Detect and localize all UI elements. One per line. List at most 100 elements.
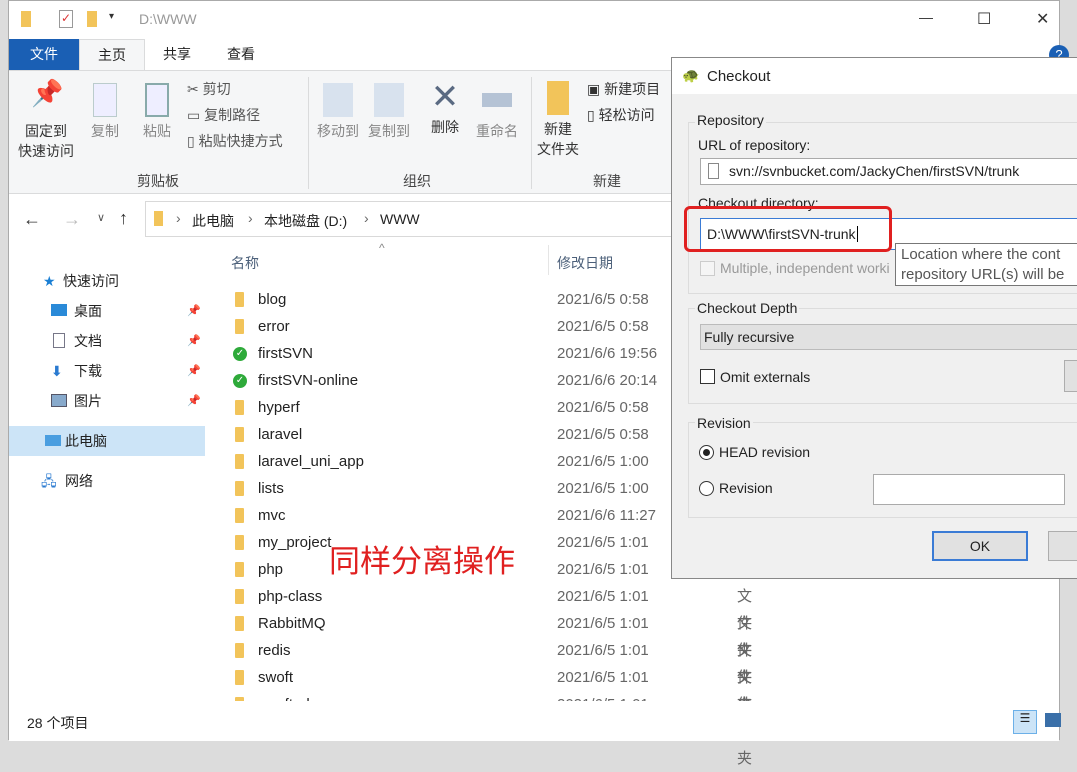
new-item-button[interactable]: ▣ 新建项目: [587, 79, 660, 99]
nav-this-pc[interactable]: 此电脑: [9, 426, 205, 456]
pin-icon[interactable]: 📌: [187, 326, 201, 356]
file-row[interactable]: redis2021/6/5 1:01文件夹: [231, 637, 752, 713]
shortcut-icon: ▯: [187, 133, 199, 149]
pin-icon[interactable]: 📌: [187, 386, 201, 416]
paste-button[interactable]: 粘贴: [135, 83, 179, 141]
new-item-icon: ▣: [587, 81, 605, 97]
pin-icon[interactable]: 📌: [187, 356, 201, 386]
file-date: 2021/6/5 1:01: [557, 615, 649, 632]
copy-to-button[interactable]: 复制到: [365, 83, 413, 141]
nav-quick-access[interactable]: ★ 快速访问: [9, 266, 205, 296]
download-icon: ⬇: [51, 363, 63, 379]
column-header-date[interactable]: 修改日期: [557, 253, 613, 273]
nav-downloads[interactable]: ⬇ 下载 📌: [9, 356, 205, 386]
folder-icon: [235, 427, 244, 442]
file-row[interactable]: RabbitMQ 2021/6/5 1:01 文件夹: [231, 610, 752, 686]
label: 删除: [431, 119, 459, 135]
folder-icon: [235, 616, 244, 631]
folder-icon: [235, 643, 244, 658]
file-date: 2021/6/6 20:14: [557, 372, 658, 389]
easy-access-button[interactable]: ▯ 轻松访问: [587, 105, 655, 125]
new-folder-quick-icon[interactable]: [87, 11, 97, 27]
minimize-button[interactable]: —: [919, 9, 933, 25]
customize-toolbar-icon[interactable]: ▾: [109, 11, 114, 22]
repository-legend: Repository: [695, 112, 766, 128]
folder-icon: [154, 211, 163, 226]
tab-file[interactable]: 文件: [9, 39, 79, 71]
label: 新建项目: [604, 81, 661, 97]
file-date: 2021/6/5 0:58: [557, 426, 649, 443]
breadcrumb-pc[interactable]: 此电脑: [192, 211, 234, 231]
tab-view[interactable]: 查看: [209, 39, 273, 71]
up-button[interactable]: ↑: [119, 208, 128, 229]
head-revision-label: HEAD revision: [719, 444, 811, 460]
nav-network[interactable]: 🖧 网络: [9, 466, 205, 496]
column-header-name[interactable]: 名称: [231, 253, 259, 273]
nav-pictures[interactable]: 图片 📌: [9, 386, 205, 416]
copy-button[interactable]: 复制: [83, 83, 127, 141]
multiple-label: Multiple, independent worki: [720, 260, 890, 276]
properties-icon[interactable]: ✓: [59, 10, 73, 28]
move-to-button[interactable]: 移动到: [314, 83, 362, 141]
forward-button[interactable]: →: [63, 209, 81, 230]
details-view-icon[interactable]: ☰: [1013, 710, 1037, 734]
file-row[interactable]: swoft2021/6/5 1:01文件夹: [231, 664, 752, 740]
url-combobox[interactable]: svn://svnbucket.com/JackyChen/firstSVN/t…: [700, 158, 1077, 185]
label: 文档: [74, 333, 102, 349]
omit-externals-label: Omit externals: [720, 369, 811, 385]
label: 下载: [74, 363, 102, 379]
tooltip-line: repository URL(s) will be: [901, 266, 1065, 283]
rename-button[interactable]: 重命名: [471, 83, 523, 141]
cancel-button[interactable]: [1048, 531, 1077, 561]
pin-quick-access-button[interactable]: 📌 固定到 快速访问: [15, 80, 77, 161]
file-icon: [708, 163, 719, 179]
file-name: firstSVN: [258, 345, 314, 362]
folder-icon: [235, 535, 244, 550]
cut-button[interactable]: ✂ 剪切: [187, 79, 231, 99]
file-date: 2021/6/5 1:00: [557, 453, 649, 470]
label: 复制到: [368, 123, 410, 139]
depth-select[interactable]: Fully recursive: [700, 324, 1077, 350]
paste-shortcut-button[interactable]: ▯ 粘贴快捷方式: [187, 131, 283, 151]
highlight-box: [684, 206, 892, 252]
status-bar: 28 个项目 ☰: [9, 701, 1061, 741]
revision-input[interactable]: [873, 474, 1065, 505]
ok-button[interactable]: OK: [932, 531, 1028, 561]
file-name: laravel: [258, 426, 303, 443]
tooltip-line: Location where the cont: [901, 246, 1061, 263]
column-divider[interactable]: [548, 245, 549, 275]
dialog-titlebar: 🐢 Checkout: [672, 58, 1077, 94]
label: 复制路径: [204, 107, 261, 123]
back-button[interactable]: ←: [23, 209, 41, 230]
label: 网络: [65, 473, 93, 489]
maximize-button[interactable]: ☐: [977, 9, 991, 29]
nav-documents[interactable]: 文档 📌: [9, 326, 205, 356]
choose-items-button[interactable]: [1064, 360, 1077, 392]
new-folder-button[interactable]: 新建 文件夹: [533, 81, 583, 159]
breadcrumb-www[interactable]: WWW: [380, 211, 420, 227]
folder-icon: [235, 454, 244, 469]
annotation-text: 同样分离操作: [329, 544, 515, 580]
delete-button[interactable]: ✕ 删除: [423, 79, 467, 137]
group-new: 新建: [593, 173, 621, 189]
pin-icon[interactable]: 📌: [187, 296, 201, 326]
file-date: 2021/6/6 19:56: [557, 345, 658, 362]
folder-icon: [235, 319, 244, 334]
revision-label: Revision: [719, 480, 773, 496]
file-row[interactable]: php-class 2021/6/5 1:01 文件夹: [231, 583, 752, 659]
multiple-checkbox[interactable]: [700, 261, 715, 276]
copy-path-button[interactable]: ▭ 复制路径: [187, 105, 260, 125]
tab-home[interactable]: 主页: [79, 39, 145, 72]
item-count: 28 个项目: [27, 715, 89, 731]
close-button[interactable]: ✕: [1036, 9, 1049, 29]
revision-radio[interactable]: [699, 481, 714, 496]
nav-desktop[interactable]: 桌面 📌: [9, 296, 205, 326]
recent-dropdown[interactable]: ∨: [97, 211, 105, 224]
head-revision-radio[interactable]: [699, 445, 714, 460]
folder-icon: [21, 11, 31, 27]
address-bar[interactable]: › 此电脑 › 本地磁盘 (D:) › WWW: [145, 201, 725, 237]
omit-externals-checkbox[interactable]: [700, 369, 715, 384]
breadcrumb-drive[interactable]: 本地磁盘 (D:): [264, 211, 347, 231]
large-icons-view-icon[interactable]: [1045, 713, 1061, 727]
tab-share[interactable]: 共享: [145, 39, 209, 71]
